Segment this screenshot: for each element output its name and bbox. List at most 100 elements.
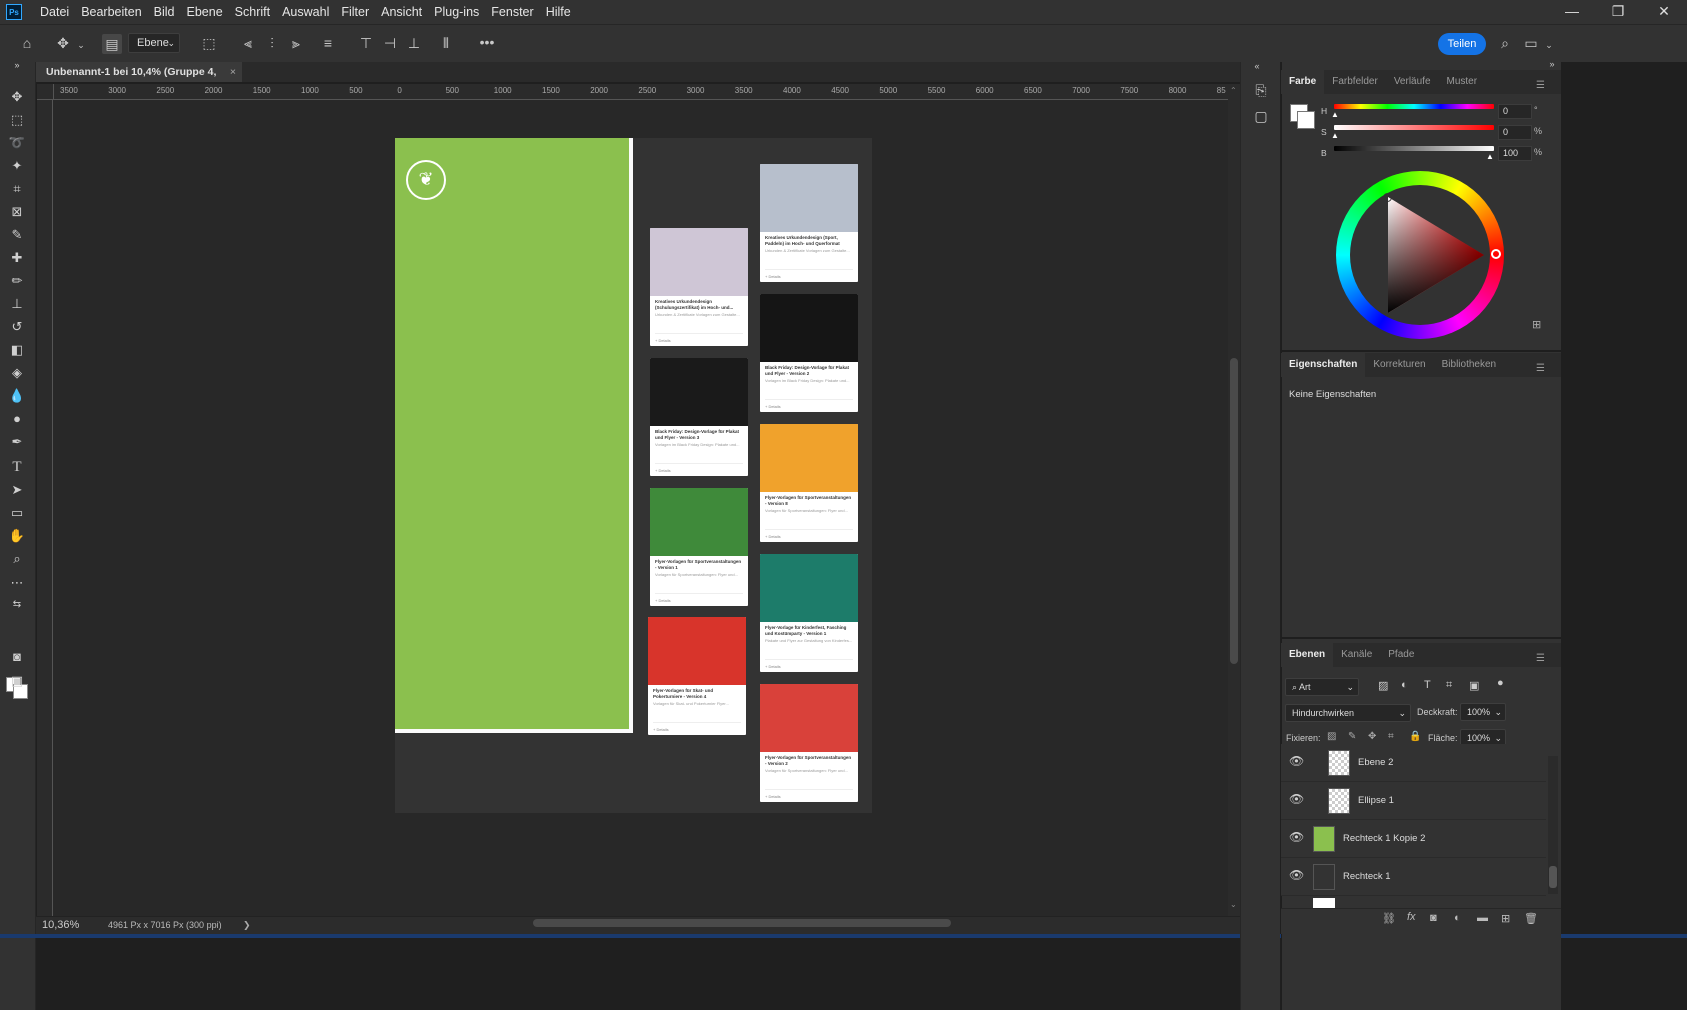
hue-slider[interactable] — [1334, 104, 1494, 109]
delete-layer-icon[interactable]: 🗑 — [1524, 912, 1538, 925]
hue-value-input[interactable]: 0 — [1498, 104, 1532, 119]
align-left-icon[interactable]: ⫷ — [240, 35, 256, 51]
eraser-tool-icon[interactable]: ◧ — [6, 341, 28, 359]
rectangle-tool-icon[interactable]: ▭ — [6, 504, 28, 522]
filter-smartobject-icon[interactable]: ▣ — [1469, 679, 1479, 692]
menu-ebene[interactable]: Ebene — [181, 0, 229, 24]
lock-all-icon[interactable]: 🔒 — [1409, 731, 1421, 742]
minimize-button[interactable]: — — [1549, 0, 1595, 24]
more-options-icon[interactable]: ••• — [478, 34, 496, 50]
template-card[interactable]: Kreatives Urkundendesign (Schulungszerti… — [650, 228, 748, 346]
menu-bearbeiten[interactable]: Bearbeiten — [75, 0, 147, 24]
visibility-eye-icon[interactable]: 👁 — [1289, 754, 1304, 768]
menu-ansicht[interactable]: Ansicht — [375, 0, 428, 24]
vertical-ruler[interactable] — [37, 100, 53, 916]
menu-auswahl[interactable]: Auswahl — [276, 0, 335, 24]
saturation-value-input[interactable]: 0 — [1498, 125, 1532, 140]
stamp-tool-icon[interactable]: ⊥ — [6, 295, 28, 313]
move-tool-icon[interactable]: ✥ — [54, 35, 72, 51]
tab-farbfelder[interactable]: Farbfelder — [1324, 70, 1386, 94]
frame-tool-icon[interactable]: ⊠ — [6, 203, 28, 221]
template-card[interactable]: Flyer-Vorlagen für Sportveranstaltungen … — [760, 684, 858, 802]
template-card[interactable]: Black Friday: Design-Vorlage für Plakat … — [760, 294, 858, 412]
workspace-icon[interactable]: ▭ — [1522, 35, 1540, 51]
chevron-down-icon[interactable]: ⌄ — [1544, 37, 1554, 53]
background-color-swatch[interactable] — [1297, 111, 1315, 129]
template-card[interactable]: Flyer-Vorlagen für Sportveranstaltungen … — [760, 424, 858, 542]
color-picker-handle-icon[interactable] — [1383, 193, 1392, 202]
path-selection-tool-icon[interactable]: ➤ — [6, 481, 28, 499]
pen-tool-icon[interactable]: ✒ — [6, 433, 28, 451]
brightness-slider-handle-icon[interactable]: ▲ — [1486, 152, 1494, 161]
expand-color-panel-icon[interactable]: ⊞ — [1532, 318, 1541, 331]
scroll-up-icon[interactable]: ⌃ — [1230, 86, 1238, 95]
blur-tool-icon[interactable]: 💧 — [6, 387, 28, 405]
tab-muster[interactable]: Muster — [1439, 70, 1486, 94]
transform-controls-icon[interactable]: ⬚ — [200, 35, 218, 51]
lasso-tool-icon[interactable]: ➰ — [6, 134, 28, 152]
history-panel-icon[interactable]: ⎘ — [1251, 82, 1271, 98]
paint-bucket-tool-icon[interactable]: ◈ — [6, 364, 28, 382]
distribute-vertical-icon[interactable]: ⦀ — [438, 35, 454, 51]
link-layers-icon[interactable]: ⛓ — [1382, 912, 1396, 925]
comments-panel-icon[interactable]: ▢ — [1251, 108, 1271, 124]
chevron-down-icon[interactable]: ⌄ — [76, 37, 86, 53]
home-icon[interactable]: ⌂ — [18, 35, 36, 51]
horizontal-ruler[interactable]: 3500 3000 2500 2000 1500 1000 500 0 500 1000 1500 2… — [54, 84, 1228, 100]
layer-row[interactable]: 👁 Rechteck 1 — [1281, 858, 1546, 896]
filter-shape-icon[interactable]: ⌗ — [1446, 679, 1452, 692]
horizontal-scrollbar-thumb[interactable] — [533, 919, 951, 927]
tab-pfade[interactable]: Pfade — [1380, 643, 1422, 667]
quick-mask-icon[interactable]: ◙ — [6, 648, 28, 666]
zoom-level[interactable]: 10,36% — [42, 919, 79, 931]
swap-colors-icon[interactable]: ⇆ — [6, 596, 28, 614]
close-button[interactable]: ✕ — [1641, 0, 1687, 24]
opacity-input[interactable]: 100% ⌄ — [1460, 703, 1506, 721]
brightness-slider[interactable] — [1334, 146, 1494, 151]
align-bottom-icon[interactable]: ⊥ — [406, 35, 422, 51]
brightness-value-input[interactable]: 100 — [1498, 146, 1532, 161]
search-icon[interactable]: ⌕ — [1496, 35, 1514, 51]
screen-mode-icon[interactable]: ▣ — [6, 672, 28, 690]
visibility-eye-icon[interactable]: 👁 — [1289, 830, 1304, 844]
align-center-icon[interactable]: ⫶ — [264, 35, 280, 51]
hue-ring-handle-icon[interactable] — [1491, 249, 1501, 259]
layer-row[interactable]: 👁 Ellipse 1 — [1281, 782, 1546, 820]
menu-plugins[interactable]: Plug-ins — [428, 0, 485, 24]
template-card[interactable]: Black Friday: Design-Vorlage für Plakat … — [650, 358, 748, 476]
collapse-dock-icon[interactable]: « — [1251, 58, 1263, 74]
menu-fenster[interactable]: Fenster — [485, 0, 539, 24]
panel-menu-icon[interactable]: ☰ — [1528, 74, 1553, 98]
tab-kanaele[interactable]: Kanäle — [1333, 643, 1380, 667]
hand-tool-icon[interactable]: ✋ — [6, 527, 28, 545]
layers-scrollbar-thumb[interactable] — [1549, 866, 1557, 888]
layer-row[interactable]: 👁 Ebene 2 — [1281, 744, 1546, 782]
status-menu-arrow-icon[interactable]: ❯ — [243, 920, 251, 931]
green-rectangle-layer[interactable] — [395, 138, 633, 733]
distribute-icon[interactable]: ≡ — [320, 35, 336, 51]
template-card[interactable]: Flyer-Vorlagen für Sportveranstaltungen … — [650, 488, 748, 606]
auto-select-icon[interactable]: ▤ — [102, 34, 122, 54]
type-tool-icon[interactable]: T — [6, 458, 28, 476]
new-layer-icon[interactable]: ⊞ — [1501, 912, 1510, 925]
more-tools-icon[interactable]: ⋯ — [6, 574, 28, 592]
magic-wand-tool-icon[interactable]: ✦ — [6, 157, 28, 175]
align-middle-icon[interactable]: ⊣ — [382, 35, 398, 51]
leaf-logo-icon[interactable]: ❦ — [406, 160, 446, 200]
expand-toolbar-icon[interactable]: » — [6, 56, 28, 74]
lock-transparency-icon[interactable]: ▨ — [1327, 731, 1336, 742]
share-button[interactable]: Teilen — [1438, 33, 1486, 55]
move-tool-icon[interactable]: ✥ — [6, 88, 28, 106]
crop-tool-icon[interactable]: ⌗ — [6, 180, 28, 198]
layer-row[interactable]: 👁 Rechteck 1 Kopie 2 — [1281, 820, 1546, 858]
adjustment-layer-icon[interactable]: ◐ — [1454, 912, 1461, 924]
blend-mode-dropdown[interactable]: Hindurchwirken ⌄ — [1285, 704, 1411, 722]
restore-button[interactable]: ❐ — [1595, 0, 1641, 24]
history-brush-tool-icon[interactable]: ↺ — [6, 318, 28, 336]
filter-type-icon[interactable]: T — [1424, 679, 1431, 691]
saturation-slider-handle-icon[interactable]: ▲ — [1331, 131, 1339, 140]
lock-artboard-icon[interactable]: ⌗ — [1388, 731, 1394, 742]
new-group-icon[interactable]: ▬ — [1477, 912, 1488, 924]
visibility-eye-icon[interactable]: 👁 — [1289, 792, 1304, 806]
menu-bild[interactable]: Bild — [148, 0, 181, 24]
